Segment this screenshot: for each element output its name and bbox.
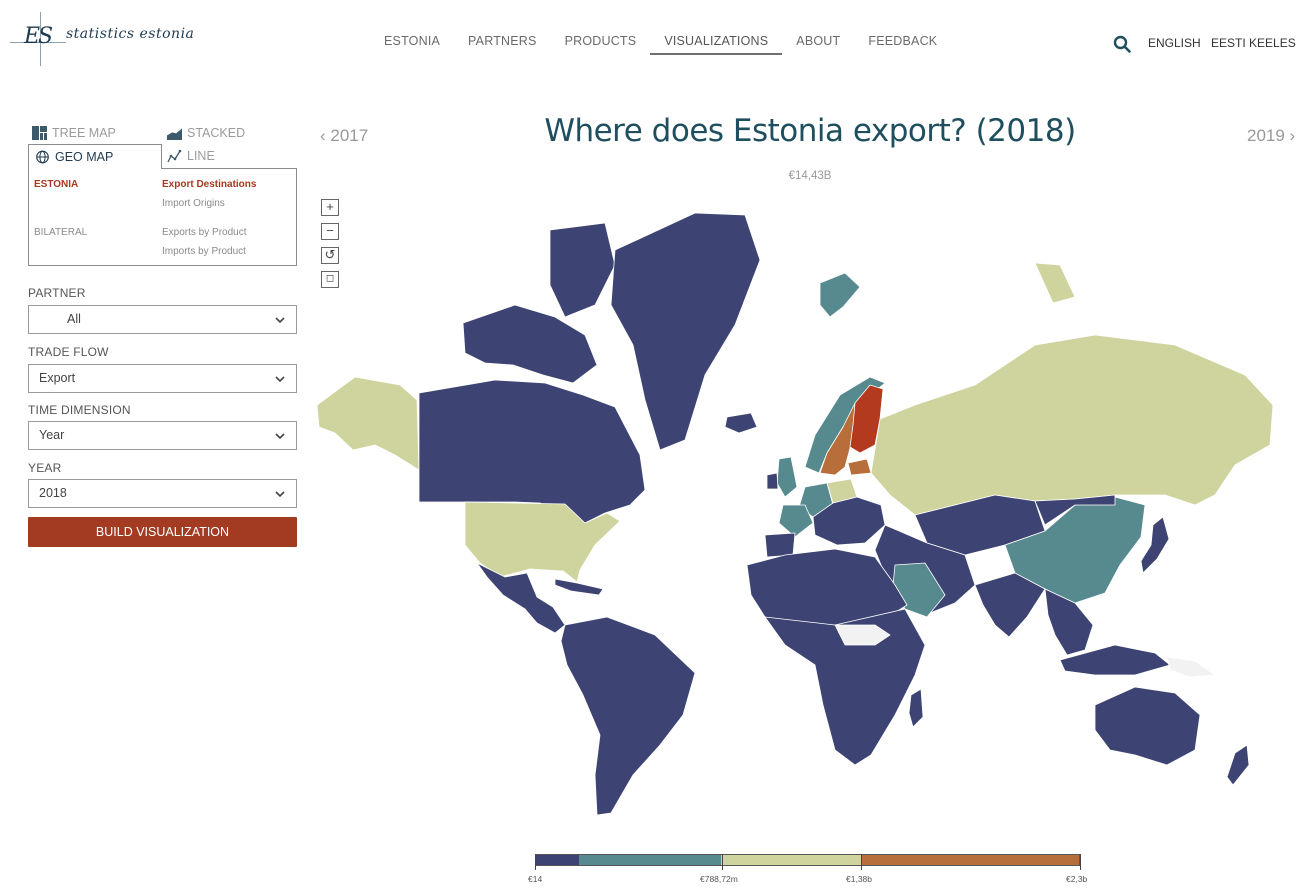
next-year-label: 2019 [1247,126,1285,145]
partner-label: PARTNER [28,286,86,300]
site-logo[interactable]: ES statistics estonia [10,12,210,66]
legend-label-2: €788,72m [700,874,738,884]
viz-type-line[interactable]: LINE [167,149,215,163]
nav-item-estonia[interactable]: ESTONIA [370,33,454,55]
legend-segment-2 [579,855,721,865]
country-papua-new-guinea[interactable] [1166,656,1216,678]
page-title: Where does Estonia export? (2018) [544,113,1076,149]
site-header: ES statistics estonia ESTONIA PARTNERS P… [0,0,1308,80]
chevron-down-icon [275,433,285,440]
legend-label-max: €2,3b [1066,874,1088,884]
nav-item-products[interactable]: PRODUCTS [551,33,651,55]
time-dimension-select-value: Year [39,428,65,442]
legend-segment-4 [861,855,1079,865]
treemap-icon [32,126,47,140]
country-russia[interactable] [870,334,1274,516]
region-south-america[interactable] [560,616,696,816]
search-icon[interactable] [1113,35,1131,53]
submenu-imports-by-product[interactable]: Imports by Product [162,246,246,257]
legend-tick [535,854,536,870]
country-baltics[interactable] [847,458,872,476]
submenu-exports-by-product[interactable]: Exports by Product [162,227,246,238]
prev-year-label: 2017 [330,126,369,145]
region-caribbean[interactable] [554,578,604,596]
lang-english-link[interactable]: ENGLISH [1148,36,1201,50]
build-visualization-button[interactable]: BUILD VISUALIZATION [28,517,297,547]
line-chart-icon [167,149,182,163]
legend-segment-1 [536,855,580,865]
globe-icon [36,150,49,164]
submenu-estonia[interactable]: ESTONIA [34,179,78,190]
submenu-import-origins[interactable]: Import Origins [162,198,225,209]
trade-flow-select[interactable]: Export [28,364,297,393]
country-united-kingdom[interactable] [776,456,798,498]
trade-flow-select-value: Export [39,371,76,385]
chevron-down-icon [275,317,285,324]
region-arctic-islands-north[interactable] [549,222,616,318]
country-spain[interactable] [764,532,796,558]
region-russia-arctic-islands[interactable] [1034,262,1076,304]
country-mexico[interactable] [476,562,566,634]
country-japan[interactable] [1140,516,1170,574]
trade-flow-label: TRADE FLOW [28,345,109,359]
legend-segment-3 [720,855,862,865]
viz-type-selector: TREE MAP STACKED GEO MAP LINE [28,124,298,170]
country-ireland[interactable] [766,472,779,490]
viz-type-stacked-label: STACKED [187,126,246,140]
geomap-submenu: ESTONIA BILATERAL Export Destinations Im… [28,168,297,266]
year-select-value: 2018 [39,486,67,500]
prev-year-link[interactable]: ‹ 2017 [320,126,368,146]
legend-label-min: €14 [528,874,543,884]
nav-item-about[interactable]: ABOUT [782,33,854,55]
legend-label-3: €1,38b [846,874,872,884]
legend-tick [722,854,723,870]
main-nav: ESTONIA PARTNERS PRODUCTS VISUALIZATIONS… [370,33,951,55]
chevron-down-icon [275,376,285,383]
year-select[interactable]: 2018 [28,479,297,508]
time-dimension-select[interactable]: Year [28,421,297,450]
country-iceland[interactable] [724,412,758,434]
logo-wordmark: statistics estonia [66,26,195,42]
color-legend: €14 €788,72m €1,38b €2,3b [520,852,1100,888]
country-madagascar[interactable] [908,688,924,728]
nav-item-feedback[interactable]: FEEDBACK [854,33,951,55]
country-new-zealand[interactable] [1226,744,1250,786]
next-year-link[interactable]: 2019 › [1247,126,1295,146]
country-svalbard[interactable] [819,272,861,318]
submenu-bilateral[interactable]: BILATERAL [34,227,87,238]
legend-color-bar [535,854,1080,866]
partner-select[interactable]: All [28,305,297,334]
total-export-value: €14,43B [788,170,832,182]
region-arctic-islands[interactable] [462,304,598,384]
viz-type-geomap[interactable]: GEO MAP [28,144,162,169]
stacked-area-icon [167,127,182,140]
nav-item-partners[interactable]: PARTNERS [454,33,551,55]
logo-mark: ES [24,24,53,49]
viz-type-treemap[interactable]: TREE MAP [32,126,116,140]
world-choropleth-map[interactable] [315,205,1275,825]
viz-type-line-label: LINE [187,149,215,163]
nav-item-visualizations[interactable]: VISUALIZATIONS [650,33,783,55]
chevron-down-icon [275,491,285,498]
submenu-export-destinations[interactable]: Export Destinations [162,179,256,190]
country-canada[interactable] [418,379,646,524]
legend-tick [861,854,862,870]
year-label: YEAR [28,461,62,475]
country-alaska[interactable] [316,376,420,471]
time-dimension-label: TIME DIMENSION [28,403,131,417]
lang-estonian-link[interactable]: EESTI KEELES [1211,36,1296,50]
viz-type-treemap-label: TREE MAP [52,126,116,140]
viz-type-stacked[interactable]: STACKED [167,126,245,140]
country-australia[interactable] [1094,686,1201,766]
partner-select-value: All [67,312,81,326]
legend-tick [1080,854,1081,870]
viz-type-geomap-label: GEO MAP [55,150,114,164]
country-greenland[interactable] [610,212,761,451]
